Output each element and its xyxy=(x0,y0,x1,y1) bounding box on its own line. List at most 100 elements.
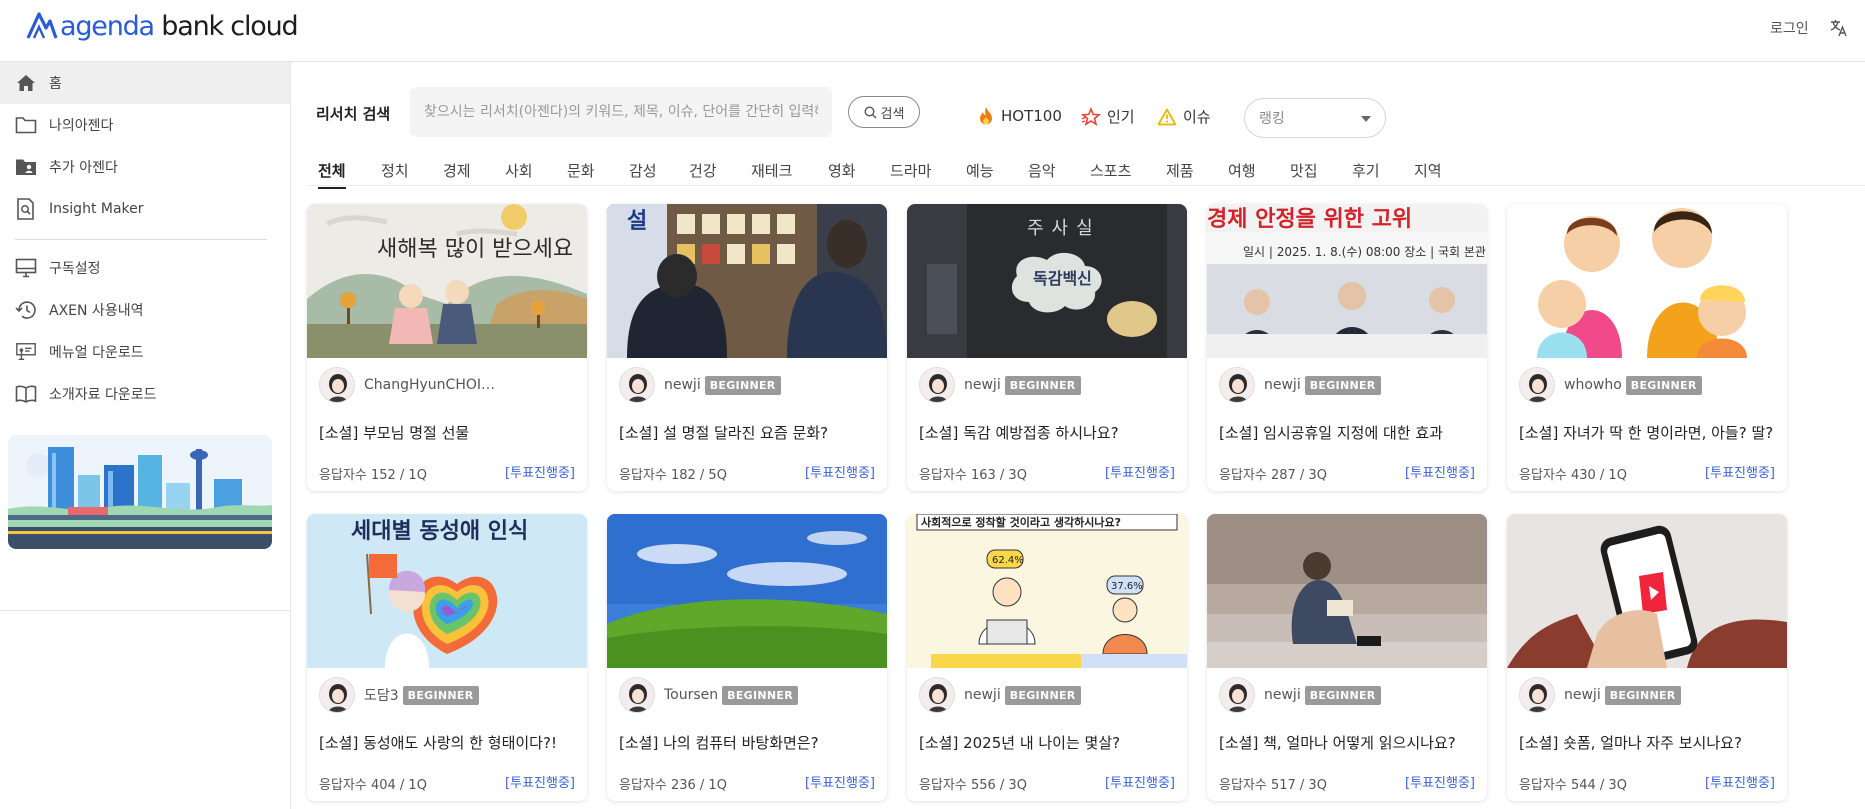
author-name[interactable]: newji xyxy=(664,377,701,393)
card-title[interactable]: [소셜] 동성애도 사랑의 한 형태이다?! xyxy=(319,722,577,764)
vote-status[interactable]: [투표진행중] xyxy=(1705,462,1775,481)
agenda-card[interactable]: 주사실 독감백신 newji BEGINNER [소셜] 독감 예방접종 하시나요? 응답… xyxy=(907,204,1187,491)
level-badge: BEGINNER xyxy=(722,685,798,705)
search-input[interactable] xyxy=(410,87,832,137)
card-title[interactable]: [소셜] 임시공휴일 지정에 대한 효과 xyxy=(1219,412,1477,454)
agenda-card[interactable]: 사회적으로 정착할 것이라고 생각하시나요? 62.4% 37.6% newji BEG… xyxy=(907,514,1187,801)
agenda-card[interactable]: Toursen BEGINNER [소셜] 나의 컴퓨터 바탕화면은? 응답자수 23… xyxy=(607,514,887,801)
vote-status[interactable]: [투표진행중] xyxy=(805,772,875,791)
tab-17[interactable]: 지역 xyxy=(1414,160,1442,187)
issue-link[interactable]: 이슈 xyxy=(1157,106,1211,127)
sidebar-item-my-agenda[interactable]: 나의아젠다 xyxy=(0,104,290,146)
author-name[interactable]: ChangHyunCHOI… xyxy=(364,377,495,393)
tab-11[interactable]: 음악 xyxy=(1028,160,1056,187)
avatar[interactable] xyxy=(919,367,955,403)
card-stats: 응답자수 287 / 3Q xyxy=(1219,468,1327,483)
author-name[interactable]: whowho xyxy=(1564,377,1622,393)
author-name[interactable]: newji xyxy=(964,687,1001,703)
tab-13[interactable]: 제품 xyxy=(1166,160,1194,187)
card-thumbnail[interactable]: 새해복 많이 받으세요 xyxy=(307,204,587,358)
vote-status[interactable]: [투표진행중] xyxy=(505,772,575,791)
vote-status[interactable]: [투표진행중] xyxy=(1105,772,1175,791)
tab-9[interactable]: 드라마 xyxy=(890,160,931,187)
sidebar-item-insight-maker[interactable]: Insight Maker xyxy=(0,188,290,230)
sidebar-item-home[interactable]: 홈 xyxy=(0,62,290,104)
agenda-card[interactable]: 세대별 동성애 인식 도담3 BEGINNER [소셜] 동성애도 사랑의 한 형태이… xyxy=(307,514,587,801)
avatar[interactable] xyxy=(619,677,655,713)
vote-status[interactable]: [투표진행중] xyxy=(505,462,575,481)
vote-status[interactable]: [투표진행중] xyxy=(1405,462,1475,481)
sidebar-item-extra-agenda[interactable]: 추가 아젠다 xyxy=(0,146,290,188)
tab-16[interactable]: 후기 xyxy=(1352,160,1380,187)
city-banner-image[interactable] xyxy=(8,435,272,549)
popular-link[interactable]: 인기 xyxy=(1081,106,1135,127)
card-title[interactable]: [소셜] 숏폼, 얼마나 자주 보시나요? xyxy=(1519,722,1777,764)
card-thumbnail[interactable]: 주사실 독감백신 xyxy=(907,204,1187,358)
avatar[interactable] xyxy=(1219,367,1255,403)
agenda-card[interactable]: 새해복 많이 받으세요 ChangHyunCHOI… [소셜] 부모님 명절 선물 응… xyxy=(307,204,587,491)
card-title[interactable]: [소셜] 부모님 명절 선물 xyxy=(319,412,577,454)
tab-2[interactable]: 경제 xyxy=(443,160,471,187)
login-link[interactable]: 로그인 xyxy=(1770,18,1809,38)
hot100-link[interactable]: HOT100 xyxy=(977,106,1062,126)
card-title[interactable]: [소셜] 자녀가 딱 한 명이라면, 아들? 딸? xyxy=(1519,412,1777,454)
agenda-card[interactable]: newji BEGINNER [소셜] 책, 얼마나 어떻게 읽으시나요? 응답자수 … xyxy=(1207,514,1487,801)
avatar[interactable] xyxy=(319,367,355,403)
card-thumbnail[interactable]: 설 xyxy=(607,204,887,358)
tab-10[interactable]: 예능 xyxy=(966,160,994,187)
author-name[interactable]: newji xyxy=(1264,377,1301,393)
author-name[interactable]: newji xyxy=(1564,687,1601,703)
card-thumbnail[interactable]: 사회적으로 정착할 것이라고 생각하시나요? 62.4% 37.6% xyxy=(907,514,1187,668)
avatar[interactable] xyxy=(619,367,655,403)
card-thumbnail[interactable] xyxy=(1507,204,1787,358)
tab-7[interactable]: 재테크 xyxy=(751,160,792,187)
tab-14[interactable]: 여행 xyxy=(1228,160,1256,187)
agenda-card[interactable]: 설 newji BEGINNER [소셜] 설 명절 달라진 요즘 문화? 응답자수 1… xyxy=(607,204,887,491)
vote-status[interactable]: [투표진행중] xyxy=(805,462,875,481)
tab-6[interactable]: 건강 xyxy=(689,160,717,187)
card-title[interactable]: [소셜] 2025년 내 나이는 몇살? xyxy=(919,722,1177,764)
sidebar-item-intro-download[interactable]: 소개자료 다운로드 xyxy=(0,373,290,415)
vote-status[interactable]: [투표진행중] xyxy=(1405,772,1475,791)
logo[interactable]: agenda bank cloud xyxy=(26,6,299,46)
author-name[interactable]: 도담3 xyxy=(364,685,399,705)
search-button[interactable]: 검색 xyxy=(848,96,920,128)
sidebar-item-subscription[interactable]: 구독설정 xyxy=(0,247,290,289)
tab-5[interactable]: 감성 xyxy=(629,160,657,187)
tab-12[interactable]: 스포츠 xyxy=(1090,160,1131,187)
agenda-card[interactable]: newji BEGINNER [소셜] 숏폼, 얼마나 자주 보시나요? 응답자수 5… xyxy=(1507,514,1787,801)
tab-3[interactable]: 사회 xyxy=(505,160,533,187)
card-thumbnail[interactable] xyxy=(607,514,887,668)
avatar[interactable] xyxy=(1519,367,1555,403)
author-name[interactable]: newji xyxy=(1264,687,1301,703)
ranking-select[interactable]: 랭킹 xyxy=(1244,98,1386,138)
avatar[interactable] xyxy=(1519,677,1555,713)
card-thumbnail[interactable]: 세대별 동성애 인식 xyxy=(307,514,587,668)
avatar[interactable] xyxy=(319,677,355,713)
agenda-card[interactable]: 경제 안정을 위한 고위 일시 | 2025. 1. 8.(수) 08:00 장소… xyxy=(1207,204,1487,491)
card-title[interactable]: [소셜] 나의 컴퓨터 바탕화면은? xyxy=(619,722,877,764)
sidebar-item-axen-usage[interactable]: AXEN 사용내역 xyxy=(0,289,290,331)
author-name[interactable]: newji xyxy=(964,377,1001,393)
author-name[interactable]: Toursen xyxy=(664,687,718,703)
tab-8[interactable]: 영화 xyxy=(828,160,856,187)
tab-0[interactable]: 전체 xyxy=(318,160,346,189)
vote-status[interactable]: [투표진행중] xyxy=(1705,772,1775,791)
sidebar-item-manual-download[interactable]: 메뉴얼 다운로드 xyxy=(0,331,290,373)
card-title[interactable]: [소셜] 독감 예방접종 하시나요? xyxy=(919,412,1177,454)
card-title[interactable]: [소셜] 설 명절 달라진 요즘 문화? xyxy=(619,412,877,454)
avatar[interactable] xyxy=(1219,677,1255,713)
avatar[interactable] xyxy=(919,677,955,713)
tab-15[interactable]: 맛집 xyxy=(1290,160,1318,187)
vote-status[interactable]: [투표진행중] xyxy=(1105,462,1175,481)
card-stats: 응답자수 163 / 3Q xyxy=(919,468,1027,483)
agenda-card[interactable]: whowho BEGINNER [소셜] 자녀가 딱 한 명이라면, 아들? 딸? 응… xyxy=(1507,204,1787,491)
translate-icon[interactable] xyxy=(1830,19,1848,37)
tab-1[interactable]: 정치 xyxy=(381,160,409,187)
card-title[interactable]: [소셜] 책, 얼마나 어떻게 읽으시나요? xyxy=(1219,722,1477,764)
card-thumbnail[interactable] xyxy=(1207,514,1487,668)
card-thumbnail[interactable] xyxy=(1507,514,1787,668)
tab-4[interactable]: 문화 xyxy=(567,160,595,187)
card-author: ChangHyunCHOI… xyxy=(319,367,495,403)
card-thumbnail[interactable]: 경제 안정을 위한 고위 일시 | 2025. 1. 8.(수) 08:00 장소… xyxy=(1207,204,1487,358)
